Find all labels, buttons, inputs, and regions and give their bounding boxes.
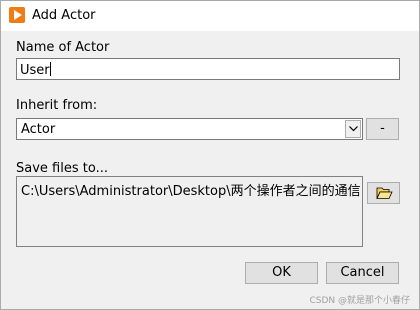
folder-open-icon xyxy=(376,187,393,199)
actor-name-input[interactable]: User xyxy=(16,58,400,80)
title-bar: Add Actor xyxy=(1,1,419,31)
inherit-from-dropdown[interactable]: Actor xyxy=(16,118,363,140)
save-path-value: C:\Users\Administrator\Desktop\两个操作者之间的通… xyxy=(21,184,361,199)
inherit-from-label: Inherit from: xyxy=(16,98,98,113)
name-of-actor-label: Name of Actor xyxy=(16,40,110,55)
ok-button[interactable]: OK xyxy=(245,262,318,284)
watermark-text: CSDN @就是那个小春仔 xyxy=(309,296,410,306)
cancel-button[interactable]: Cancel xyxy=(326,262,399,284)
chevron-down-icon[interactable] xyxy=(345,120,361,138)
inherit-dash-button[interactable]: - xyxy=(366,118,399,140)
browse-folder-button[interactable] xyxy=(367,182,400,204)
app-play-icon xyxy=(9,7,25,23)
add-actor-dialog: Add Actor Name of Actor User Inherit fro… xyxy=(0,0,420,310)
text-caret xyxy=(49,62,51,76)
window-title: Add Actor xyxy=(32,8,96,23)
actor-name-value: User xyxy=(20,63,50,78)
save-files-label: Save files to... xyxy=(16,161,108,176)
save-path-display: C:\Users\Administrator\Desktop\两个操作者之间的通… xyxy=(16,176,363,247)
inherit-selected-value: Actor xyxy=(21,122,56,137)
